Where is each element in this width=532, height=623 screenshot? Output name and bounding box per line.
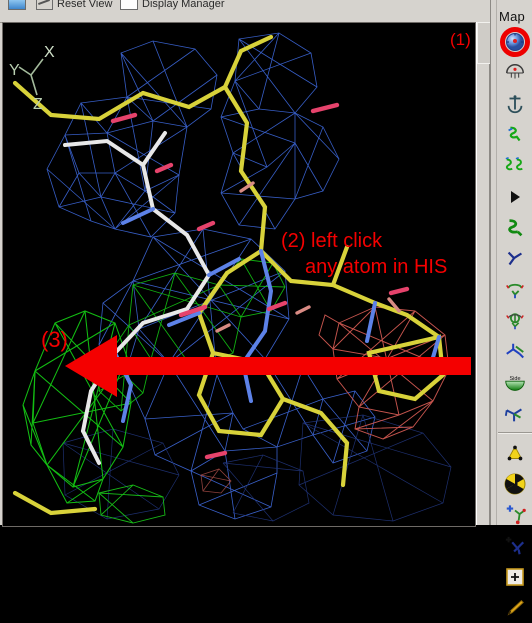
green-fragment-icon — [508, 218, 523, 236]
double-chain-icon — [505, 156, 523, 170]
sidebar-item-double-chain[interactable] — [497, 150, 532, 181]
sidebar-item-add-bond[interactable] — [497, 530, 532, 561]
axis-label-y: Y — [9, 62, 20, 79]
sidebar-title: Map — [499, 9, 525, 24]
pencil-icon — [507, 599, 524, 615]
annotation-1-label: (1) — [450, 30, 471, 49]
sidebar-item-blue-fragment[interactable] — [497, 243, 532, 274]
toolbar-item-window[interactable] — [8, 0, 30, 15]
sidebar-item-torsion[interactable] — [497, 336, 532, 367]
sidebar-item-green-chain[interactable] — [497, 119, 532, 150]
map-tool-sidebar: Map Side — [490, 0, 532, 615]
radiation-icon — [504, 473, 526, 494]
sidebar-item-triangle-atoms[interactable] — [497, 437, 532, 468]
blue-fragment-icon — [507, 251, 522, 265]
fit-residue-icon — [504, 408, 522, 421]
anchor-icon — [507, 94, 523, 113]
sidebar-item-rotamer[interactable] — [497, 274, 532, 305]
electron-density-scene: X Y Z (3) (2) left click any atom in HIS — [3, 23, 473, 524]
sidebar-item-play[interactable] — [497, 181, 532, 212]
toolbar-item-display-manager-label: Display Manager — [142, 0, 225, 10]
top-toolbar: Reset View Display Manager — [0, 0, 489, 23]
rotate-bond-icon — [506, 312, 524, 329]
sidebar-item-sphere-outline[interactable] — [497, 57, 532, 88]
toolbar-item-reset-view-label: Reset View — [57, 0, 113, 10]
sidebar-item-side-chain[interactable]: Side — [497, 367, 532, 398]
sidebar-tool-list: Side — [497, 26, 532, 623]
annotation-2-label-line2: any atom in HIS — [305, 256, 447, 278]
sidebar-item-anchor[interactable] — [497, 88, 532, 119]
rotamer-icon — [506, 283, 524, 298]
green-chain-icon — [508, 126, 521, 141]
window-icon — [8, 0, 26, 10]
viewport-vertical-scrollbar[interactable] — [476, 22, 491, 525]
sidebar-item-rotate-bond[interactable] — [497, 305, 532, 336]
side-chain-label: Side — [509, 376, 520, 382]
toolbar-item-display-manager[interactable]: Display Manager — [120, 0, 225, 15]
triangle-atoms-icon — [507, 445, 523, 460]
molecular-graphics-viewport[interactable]: X Y Z (3) (2) left click any atom in HIS — [2, 22, 476, 527]
sphere-outline-icon — [506, 63, 524, 78]
display-manager-icon — [120, 0, 138, 10]
sidebar-item-fit-residue[interactable] — [497, 398, 532, 429]
axis-label-x: X — [44, 44, 55, 61]
axis-label-z: Z — [33, 96, 43, 113]
sidebar-item-radiation[interactable] — [497, 468, 532, 499]
sidebar-item-add-atom[interactable] — [497, 499, 532, 530]
reset-view-icon — [36, 0, 53, 10]
side-chain-icon: Side — [505, 376, 525, 391]
toolbar-item-reset-view[interactable]: Reset View — [36, 0, 112, 15]
sidebar-item-green-fragment[interactable] — [497, 212, 532, 243]
annotation-3-label: (3) — [41, 327, 68, 352]
play-triangle-icon — [511, 190, 520, 203]
add-bond-icon — [505, 536, 525, 554]
plus-box-icon — [506, 567, 524, 586]
annotation-2-label-line1: (2) left click — [281, 230, 383, 252]
sidebar-item-sphere-map[interactable] — [497, 26, 532, 57]
application-window: Reset View Display Manager X Y Z (3) (2)… — [0, 0, 532, 615]
sidebar-item-pencil[interactable] — [497, 592, 532, 623]
sidebar-divider — [498, 432, 532, 433]
scrollbar-thumb[interactable] — [477, 22, 491, 64]
add-atom-icon — [506, 504, 526, 524]
highlight-ring — [500, 26, 530, 57]
sidebar-item-plus-box[interactable] — [497, 561, 532, 592]
torsion-icon — [506, 343, 524, 358]
